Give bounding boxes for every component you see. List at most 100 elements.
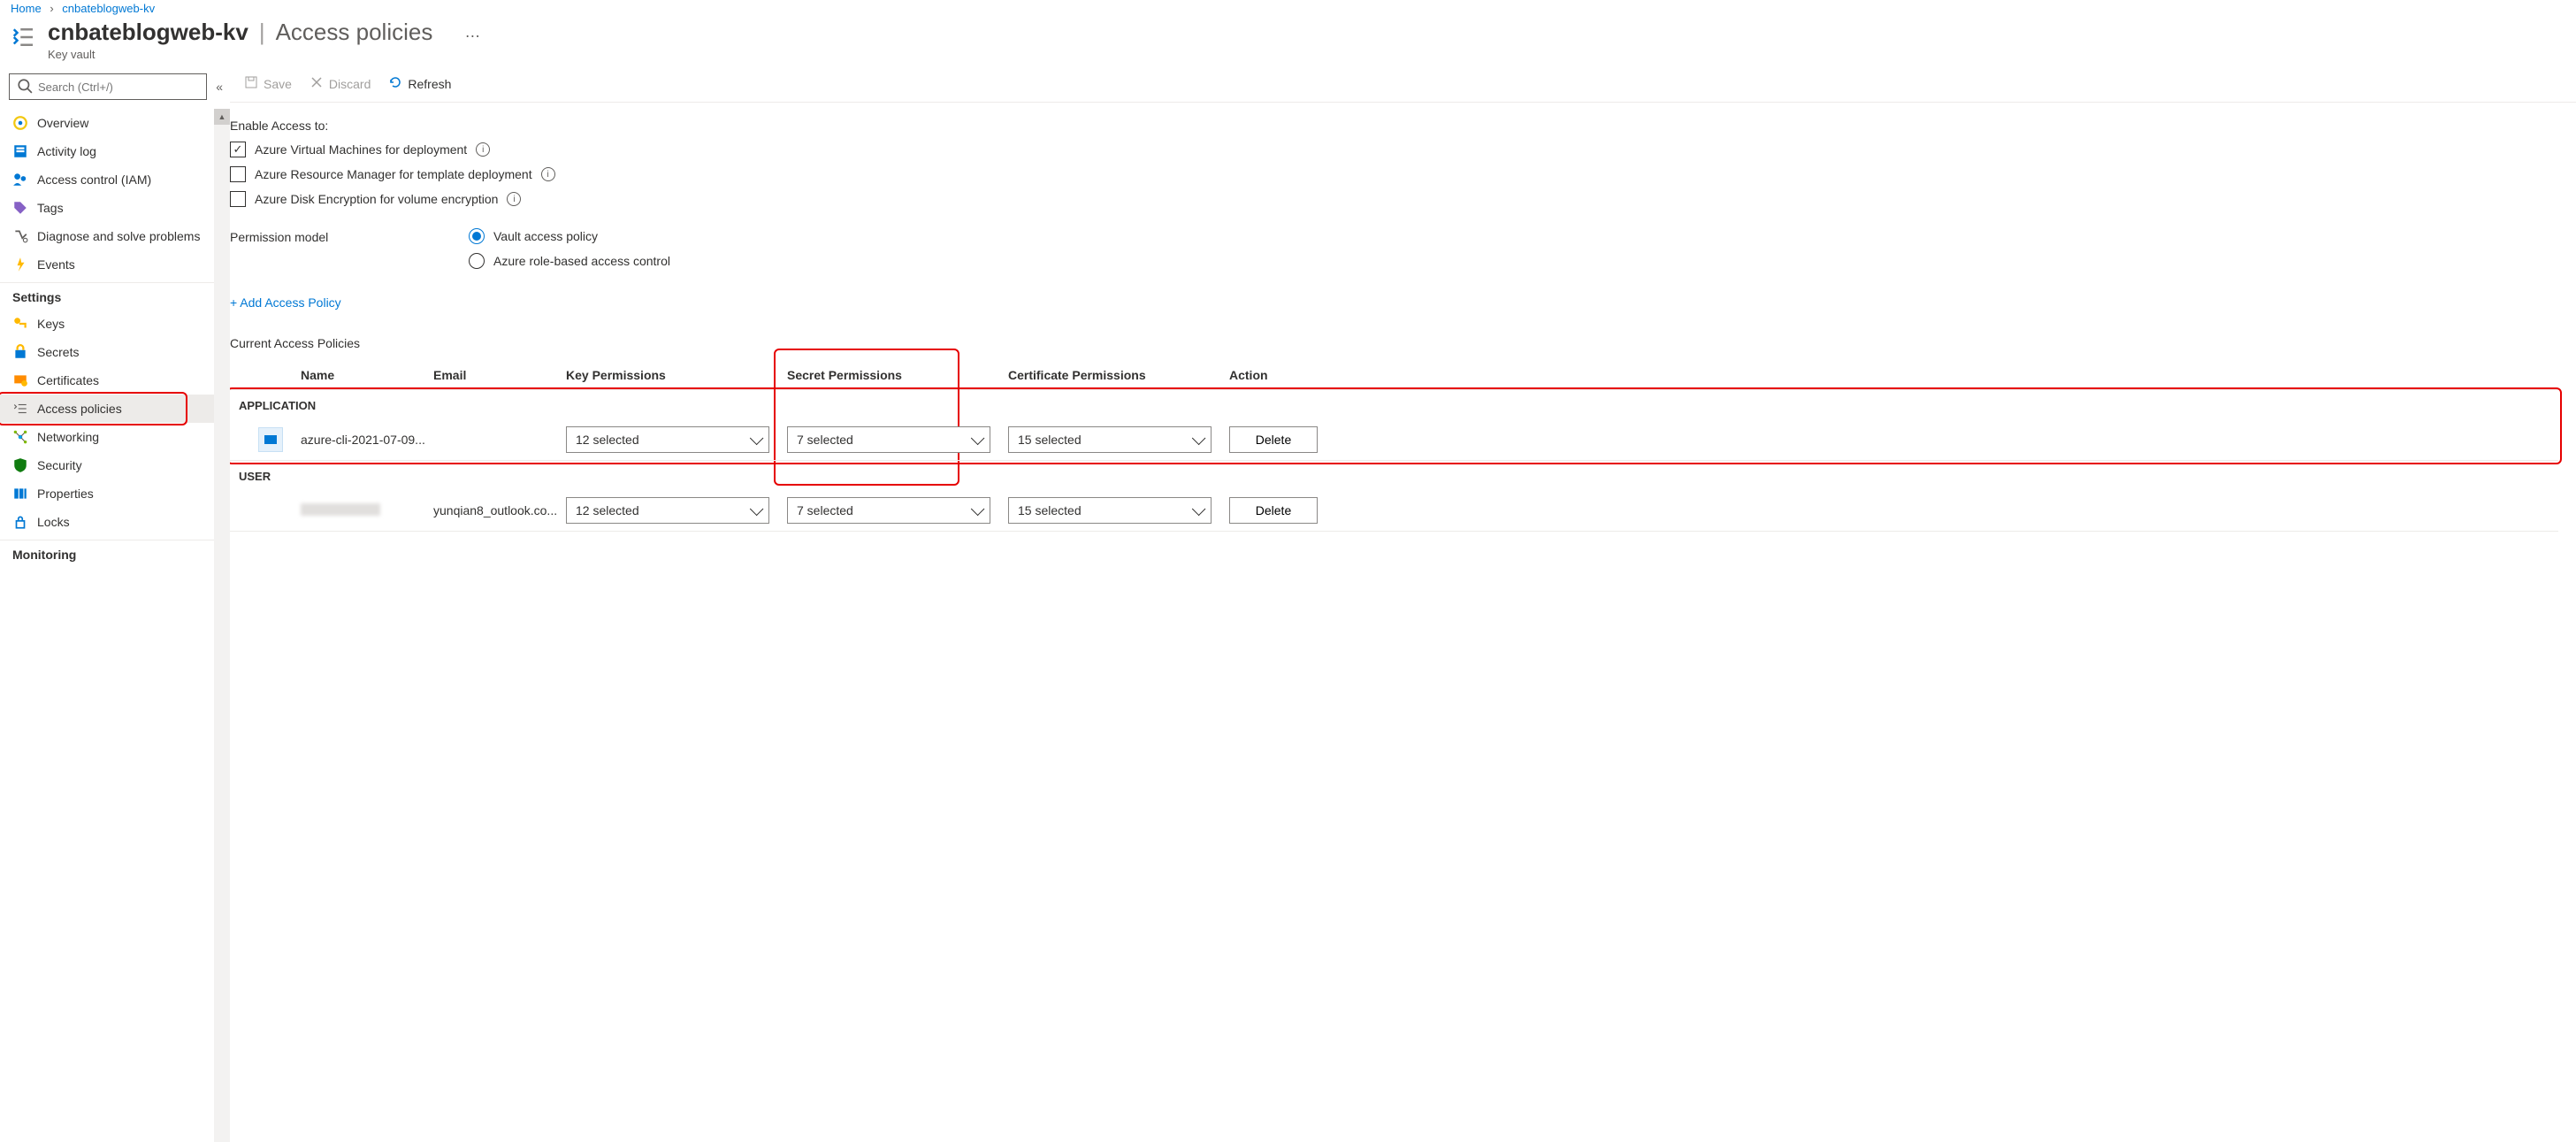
nav-label: Events	[37, 257, 75, 272]
iam-icon	[12, 172, 28, 188]
search-input[interactable]	[38, 80, 199, 94]
nav-label: Keys	[37, 317, 65, 331]
nav-label: Networking	[37, 430, 99, 444]
key-permissions-select[interactable]: 12 selected	[566, 426, 769, 453]
sidebar-item-security[interactable]: Security	[0, 451, 214, 479]
sidebar-item-tags[interactable]: Tags	[0, 194, 214, 222]
certificates-icon	[12, 372, 28, 388]
sidebar-item-keys[interactable]: Keys	[0, 310, 214, 338]
nav-label: Diagnose and solve problems	[37, 229, 200, 243]
sidebar-item-events[interactable]: Events	[0, 250, 214, 279]
checkbox-vm-deployment[interactable]: Azure Virtual Machines for deployment i	[230, 142, 2558, 157]
delete-button[interactable]: Delete	[1229, 497, 1318, 524]
main-content: Save Discard Refresh Enable Access to: A…	[230, 70, 2576, 1142]
th-email: Email	[433, 368, 566, 382]
shield-icon	[12, 457, 28, 473]
th-secret-permissions: Secret Permissions	[787, 368, 1008, 382]
checkbox-disk-encryption[interactable]: Azure Disk Encryption for volume encrypt…	[230, 191, 2558, 207]
add-access-policy-link[interactable]: + Add Access Policy	[230, 295, 341, 310]
checkbox-arm-deployment[interactable]: Azure Resource Manager for template depl…	[230, 166, 2558, 182]
info-icon[interactable]: i	[541, 167, 555, 181]
refresh-button[interactable]: Refresh	[388, 75, 451, 93]
delete-button[interactable]: Delete	[1229, 426, 1318, 453]
save-button[interactable]: Save	[244, 75, 292, 93]
monitoring-group-label: Monitoring	[0, 540, 214, 567]
checkbox-icon[interactable]	[230, 191, 246, 207]
key-permissions-select[interactable]: 12 selected	[566, 497, 769, 524]
collapse-sidebar-button[interactable]: «	[216, 80, 223, 94]
nav-label: Tags	[37, 201, 64, 215]
sidebar: « Overview Activity log Access control (…	[0, 70, 230, 1142]
access-policies-icon	[11, 24, 37, 53]
scroll-up-icon[interactable]: ▲	[214, 109, 230, 125]
permission-model-label: Permission model	[230, 228, 469, 244]
activity-log-icon	[12, 143, 28, 159]
table-row: yunqian8_outlook.co... 12 selected 7 sel…	[230, 490, 2558, 532]
secret-permissions-select[interactable]: 7 selected	[787, 497, 990, 524]
breadcrumb-home[interactable]: Home	[11, 2, 42, 15]
discard-button[interactable]: Discard	[310, 75, 371, 93]
current-policies-label: Current Access Policies	[230, 336, 2558, 350]
access-policies-nav-icon	[12, 401, 28, 417]
info-icon[interactable]: i	[476, 142, 490, 157]
toolbar: Save Discard Refresh	[230, 70, 2576, 103]
settings-group-label: Settings	[0, 283, 214, 310]
group-user-label: USER	[230, 461, 2558, 490]
sidebar-search[interactable]	[9, 73, 207, 100]
sidebar-item-activity-log[interactable]: Activity log	[0, 137, 214, 165]
search-icon	[17, 78, 33, 96]
tags-icon	[12, 200, 28, 216]
sidebar-item-secrets[interactable]: Secrets	[0, 338, 214, 366]
refresh-icon	[388, 75, 402, 93]
sidebar-item-certificates[interactable]: Certificates	[0, 366, 214, 395]
enable-access-label: Enable Access to:	[230, 119, 2558, 133]
sidebar-nav: Overview Activity log Access control (IA…	[0, 109, 214, 1142]
breadcrumb: Home › cnbateblogweb-kv	[0, 0, 2576, 15]
sidebar-item-diagnose[interactable]: Diagnose and solve problems	[0, 222, 214, 250]
secrets-icon	[12, 344, 28, 360]
table-row: azure-cli-2021-07-09... 12 selected 7 se…	[230, 419, 2558, 461]
th-key-permissions: Key Permissions	[566, 368, 787, 382]
cert-permissions-select[interactable]: 15 selected	[1008, 426, 1212, 453]
cert-permissions-select[interactable]: 15 selected	[1008, 497, 1212, 524]
radio-icon[interactable]	[469, 228, 485, 244]
group-application-label: APPLICATION	[230, 390, 2558, 419]
page-title: cnbateblogweb-kv	[48, 19, 248, 46]
radio-vault-access-policy[interactable]: Vault access policy	[469, 228, 670, 244]
page-section: Access policies	[276, 19, 433, 46]
breadcrumb-current[interactable]: cnbateblogweb-kv	[62, 2, 155, 15]
radio-azure-rbac[interactable]: Azure role-based access control	[469, 253, 670, 269]
nav-label: Activity log	[37, 144, 96, 158]
diagnose-icon	[12, 228, 28, 244]
discard-icon	[310, 75, 324, 93]
radio-icon[interactable]	[469, 253, 485, 269]
nav-label: Certificates	[37, 373, 99, 387]
th-action: Action	[1229, 368, 1318, 382]
nav-label: Access policies	[37, 402, 122, 416]
sidebar-item-access-control[interactable]: Access control (IAM)	[0, 165, 214, 194]
table-header: Name Email Key Permissions Secret Permis…	[230, 361, 2558, 390]
nav-label: Access control (IAM)	[37, 172, 151, 187]
cell-email: yunqian8_outlook.co...	[433, 503, 566, 517]
overview-icon	[12, 115, 28, 131]
more-button[interactable]: …	[464, 23, 481, 42]
page-header: cnbateblogweb-kv | Access policies … Key…	[0, 15, 2576, 70]
resource-type: Key vault	[48, 48, 481, 61]
networking-icon	[12, 429, 28, 445]
nav-label: Overview	[37, 116, 88, 130]
checkbox-icon[interactable]	[230, 166, 246, 182]
sidebar-item-networking[interactable]: Networking	[0, 423, 214, 451]
policies-table: Name Email Key Permissions Secret Permis…	[230, 361, 2558, 532]
checkbox-icon[interactable]	[230, 142, 246, 157]
cell-name: azure-cli-2021-07-09...	[301, 433, 433, 447]
sidebar-item-access-policies[interactable]: Access policies	[0, 395, 214, 423]
cell-name	[301, 503, 433, 518]
keys-icon	[12, 316, 28, 332]
nav-label: Locks	[37, 515, 70, 529]
sidebar-scrollbar[interactable]: ▲	[214, 109, 230, 1142]
sidebar-item-locks[interactable]: Locks	[0, 508, 214, 536]
secret-permissions-select[interactable]: 7 selected	[787, 426, 990, 453]
sidebar-item-overview[interactable]: Overview	[0, 109, 214, 137]
info-icon[interactable]: i	[507, 192, 521, 206]
sidebar-item-properties[interactable]: Properties	[0, 479, 214, 508]
